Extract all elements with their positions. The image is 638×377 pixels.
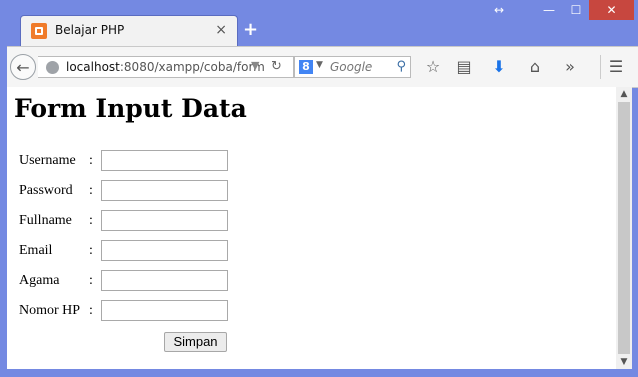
bookmark-star-icon[interactable]: ☆ — [422, 56, 444, 78]
toolbar-divider — [600, 55, 601, 79]
colon: : — [89, 213, 93, 228]
fullname-field[interactable] — [101, 210, 228, 231]
colon: : — [89, 183, 93, 198]
tab-title: Belajar PHP — [55, 23, 125, 37]
nomor-hp-label: Nomor HP — [19, 303, 81, 318]
xampp-favicon-icon — [31, 23, 47, 39]
colon: : — [89, 243, 93, 258]
password-field[interactable] — [101, 180, 228, 201]
vertical-scrollbar[interactable]: ▲ ▼ — [616, 87, 632, 369]
simpan-button[interactable]: Simpan — [164, 332, 227, 352]
search-input[interactable] — [330, 60, 390, 74]
scrollbar-thumb[interactable] — [618, 102, 630, 354]
globe-icon — [46, 61, 59, 74]
navigation-toolbar: ← localhost:8080/xampp/coba/form ▼ ↻ 8 ▼… — [7, 46, 638, 88]
browser-tab[interactable]: Belajar PHP × — [20, 15, 238, 47]
password-label: Password — [19, 183, 73, 198]
scroll-down-icon[interactable]: ▼ — [616, 355, 632, 369]
username-field[interactable] — [101, 150, 228, 171]
minimize-button[interactable]: — — [537, 0, 561, 20]
agama-label: Agama — [19, 273, 60, 288]
agama-field[interactable] — [101, 270, 228, 291]
resize-icon[interactable]: ↔ — [488, 0, 510, 20]
search-engine-dropdown-icon[interactable]: ▼ — [316, 60, 323, 70]
page-title: Form Input Data — [14, 94, 247, 123]
page-content: Form Input Data Username : Password : Fu… — [7, 87, 616, 369]
fullname-label: Fullname — [19, 213, 72, 228]
reading-list-icon[interactable]: ▤ — [453, 56, 475, 78]
search-icon[interactable]: ⚲ — [396, 59, 406, 74]
url-path: :8080/xampp/coba/form — [119, 60, 265, 74]
colon: : — [89, 153, 93, 168]
reload-icon[interactable]: ↻ — [271, 59, 282, 74]
url-dropdown-icon[interactable]: ▼ — [251, 59, 259, 72]
url-text[interactable]: localhost:8080/xampp/coba/form — [66, 60, 265, 74]
tab-close-icon[interactable]: × — [215, 22, 227, 38]
url-bar[interactable]: localhost:8080/xampp/coba/form ▼ ↻ — [38, 56, 294, 78]
menu-icon[interactable]: ☰ — [605, 56, 627, 78]
home-icon[interactable]: ⌂ — [524, 56, 546, 78]
overflow-chevron-icon[interactable]: » — [559, 56, 581, 78]
download-icon[interactable]: ⬇ — [488, 56, 510, 78]
email-field[interactable] — [101, 240, 228, 261]
back-button[interactable]: ← — [10, 54, 36, 80]
scroll-up-icon[interactable]: ▲ — [616, 87, 632, 101]
google-icon[interactable]: 8 — [299, 60, 313, 74]
browser-window: ↔ — ☐ ✕ Belajar PHP × + ← localhost:8080… — [0, 0, 638, 377]
username-label: Username — [19, 153, 76, 168]
colon: : — [89, 303, 93, 318]
email-label: Email — [19, 243, 53, 258]
new-tab-button[interactable]: + — [243, 19, 258, 40]
colon: : — [89, 273, 93, 288]
url-host: localhost — [66, 60, 120, 74]
close-window-button[interactable]: ✕ — [589, 0, 634, 20]
search-bar[interactable]: 8 ▼ ⚲ — [294, 56, 411, 78]
nomor-hp-field[interactable] — [101, 300, 228, 321]
maximize-button[interactable]: ☐ — [564, 0, 588, 20]
